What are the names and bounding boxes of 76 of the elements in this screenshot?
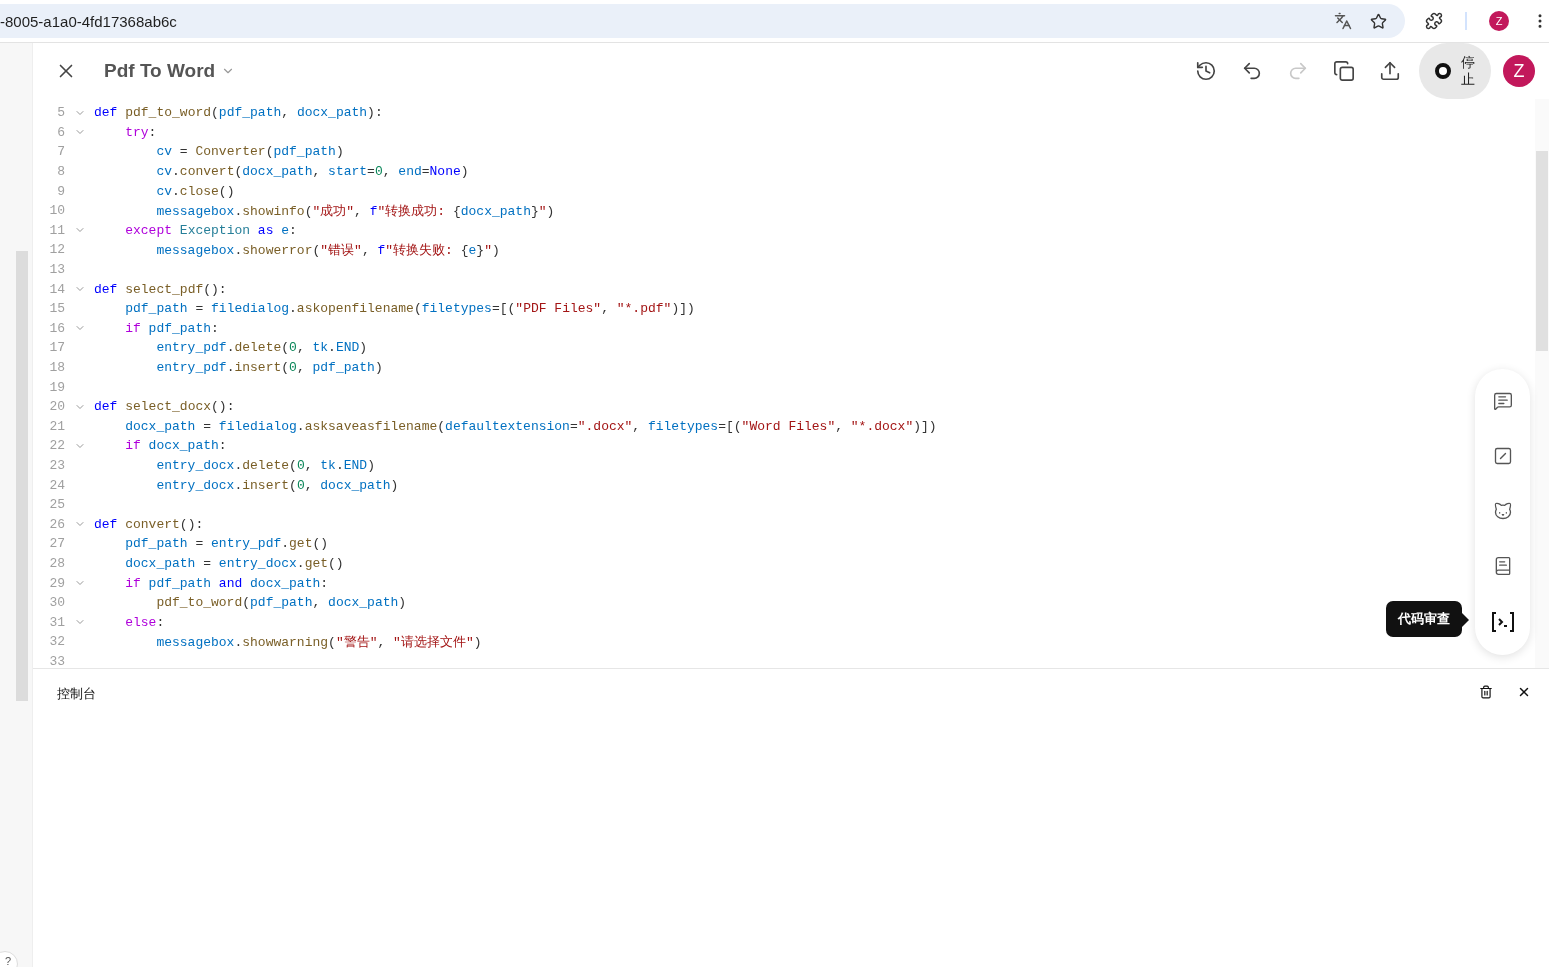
line-number: 12 (48, 242, 65, 258)
code-line: try: (124, 124, 157, 140)
history-icon[interactable] (1195, 60, 1217, 82)
code-line: docx_path = filedialog.asksaveasfilename(defaultextension=".docx", filetypes=[("Word Files", "*.docx")]) (124, 418, 937, 434)
line-number: 20 (48, 399, 65, 415)
code-line: messagebox.showwarning("警告", "请选择文件") (155, 633, 482, 651)
stop-button[interactable]: 停止 (1419, 43, 1491, 99)
line-number: 18 (48, 360, 65, 375)
line-number: 5 (56, 105, 65, 121)
code-line: else: (124, 614, 165, 630)
line-number: 13 (48, 262, 65, 278)
code-line: entry_pdf.delete(0, tk.END) (155, 340, 368, 356)
console-title: 控制台 (57, 685, 96, 703)
line-number: 24 (48, 477, 65, 493)
help-button[interactable]: ? (0, 951, 18, 967)
user-avatar[interactable]: Z (1503, 55, 1535, 87)
line-number: 25 (48, 497, 65, 513)
upload-button[interactable] (1379, 60, 1401, 82)
line-number: 14 (48, 281, 65, 297)
code-line: pdf_path = entry_pdf.get() (124, 536, 329, 552)
line-number: 8 (56, 164, 65, 180)
code-line: messagebox.showerror("错误", f"转换失败: {e}") (155, 241, 500, 259)
code-line: except Exception as e: (124, 222, 297, 238)
code-line: cv = Converter(pdf_path) (155, 144, 344, 160)
bookmark-star-icon[interactable] (1370, 12, 1387, 30)
tooltip: 代码审查 (1386, 601, 1462, 637)
line-number: 15 (48, 301, 65, 317)
line-number: 21 (48, 418, 65, 434)
terminal-icon[interactable] (1490, 611, 1515, 634)
line-number: 10 (48, 203, 65, 219)
line-number: 11 (48, 222, 65, 238)
code-line: cv.convert(docx_path, start=0, end=None) (155, 164, 469, 180)
copy-button[interactable] (1333, 60, 1355, 82)
translate-icon[interactable] (1334, 12, 1352, 30)
extensions-icon[interactable] (1425, 12, 1443, 30)
comment-icon[interactable] (1492, 390, 1513, 411)
scrollbar-thumb[interactable] (16, 251, 28, 701)
line-number: 9 (56, 183, 65, 199)
code-line: messagebox.showinfo("成功", f"转换成功: {docx_path}") (155, 202, 555, 220)
line-number: 7 (56, 144, 65, 160)
line-number: 30 (48, 595, 65, 611)
scrollbar-thumb[interactable] (1536, 151, 1548, 351)
line-number: 19 (48, 379, 65, 395)
profile-avatar[interactable]: Z (1489, 11, 1509, 31)
code-line: entry_docx.delete(0, tk.END) (155, 458, 375, 473)
line-number: 22 (48, 438, 65, 454)
code-line: def pdf_to_word(pdf_path, docx_path): (94, 105, 383, 121)
code-line: if pdf_path and docx_path: (124, 575, 329, 591)
code-line: pdf_path = filedialog.askopenfilename(filetypes=[("PDF Files", "*.pdf")]) (124, 301, 695, 317)
line-number: 23 (48, 458, 65, 473)
code-line: entry_docx.insert(0, docx_path) (155, 477, 399, 493)
document-title[interactable]: Pdf To Word (104, 60, 216, 82)
code-line: def select_pdf(): (94, 281, 227, 297)
line-number: 29 (48, 575, 65, 591)
line-number: 16 (48, 320, 65, 336)
slash-square-icon[interactable] (1492, 445, 1513, 466)
code-line: docx_path = entry_docx.get() (124, 555, 344, 571)
line-number: 17 (48, 340, 65, 356)
line-number: 33 (48, 653, 65, 669)
line-number: 32 (48, 634, 65, 650)
line-number: 28 (48, 555, 65, 571)
close-button[interactable] (1517, 685, 1531, 699)
line-number: 26 (48, 516, 65, 532)
code-line: entry_pdf.insert(0, pdf_path) (155, 360, 383, 375)
code-line: if docx_path: (124, 438, 227, 454)
trash-button[interactable] (1479, 685, 1493, 699)
cat-face-icon[interactable] (1492, 500, 1513, 521)
code-line: if pdf_path: (124, 320, 219, 336)
code-line: def convert(): (94, 516, 204, 532)
line-number: 6 (56, 124, 65, 140)
code-line: cv.close() (155, 183, 235, 199)
line-number: 27 (48, 536, 65, 552)
line-number: 31 (48, 614, 65, 630)
code-line: def select_docx(): (94, 399, 235, 415)
code-line: pdf_to_word(pdf_path, docx_path) (155, 595, 407, 611)
undo-button[interactable] (1241, 60, 1263, 82)
